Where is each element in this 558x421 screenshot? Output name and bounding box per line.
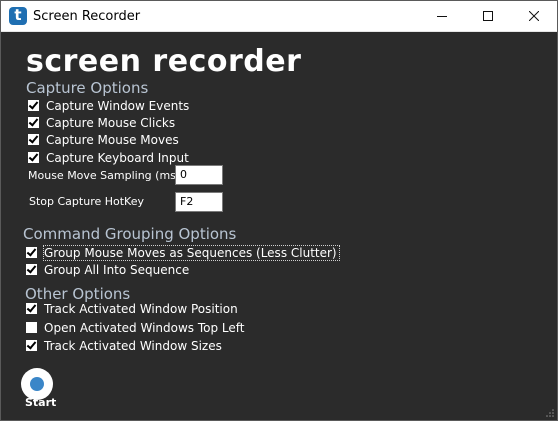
track-window-position-checkbox[interactable]: Track Activated Window Position <box>26 300 238 317</box>
stop-capture-hotkey-label: Stop Capture HotKey <box>29 195 144 208</box>
checkbox-box <box>26 247 37 258</box>
checkbox-box <box>28 152 39 163</box>
open-windows-top-left-checkbox[interactable]: Open Activated Windows Top Left <box>26 319 245 336</box>
checkbox-label: Open Activated Windows Top Left <box>44 320 245 335</box>
resize-grip-icon[interactable] <box>545 408 555 418</box>
record-icon <box>30 377 44 391</box>
app-heading: screen recorder <box>26 44 302 79</box>
checkbox-label: Group All Into Sequence <box>44 262 190 277</box>
mouse-move-sampling-label: Mouse Move Sampling (ms) <box>28 169 181 182</box>
checkbox-label: Track Activated Window Position <box>44 301 238 316</box>
stop-capture-hotkey-input[interactable]: F2 <box>175 192 223 212</box>
group-all-into-sequence-checkbox[interactable]: Group All Into Sequence <box>26 261 189 278</box>
close-icon <box>529 11 539 21</box>
checkbox-box <box>28 100 39 111</box>
track-window-sizes-checkbox[interactable]: Track Activated Window Sizes <box>26 337 222 354</box>
checkbox-label: Group Mouse Moves as Sequences (Less Clu… <box>43 244 340 261</box>
title-bar[interactable]: t Screen Recorder <box>1 1 557 32</box>
checkbox-label: Capture Keyboard Input <box>46 150 189 165</box>
checkbox-box <box>28 134 39 145</box>
app-window: t Screen Recorder screen recorder Captur… <box>0 0 558 421</box>
window-title: Screen Recorder <box>33 9 141 24</box>
capture-keyboard-input-checkbox[interactable]: Capture Keyboard Input <box>28 149 189 166</box>
grouping-options-header: Command Grouping Options <box>23 225 237 243</box>
checkbox-box <box>26 340 37 351</box>
checkbox-label: Capture Mouse Moves <box>46 132 179 147</box>
checkbox-box <box>28 117 39 128</box>
start-label: Start <box>25 396 57 409</box>
checkbox-label: Track Activated Window Sizes <box>44 338 222 353</box>
maximize-button[interactable] <box>465 1 511 31</box>
maximize-icon <box>483 11 493 21</box>
checkbox-box <box>26 303 37 314</box>
capture-window-events-checkbox[interactable]: Capture Window Events <box>28 97 189 114</box>
capture-options-header: Capture Options <box>26 79 149 97</box>
main-content: screen recorder Capture Options Capture … <box>1 32 557 420</box>
checkbox-label: Capture Window Events <box>46 98 190 113</box>
group-mouse-moves-checkbox[interactable]: Group Mouse Moves as Sequences (Less Clu… <box>26 244 340 261</box>
minimize-button[interactable] <box>419 1 465 31</box>
app-logo-icon: t <box>9 7 27 25</box>
close-button[interactable] <box>511 1 557 31</box>
capture-mouse-moves-checkbox[interactable]: Capture Mouse Moves <box>28 131 179 148</box>
checkbox-label: Capture Mouse Clicks <box>46 115 176 130</box>
mouse-move-sampling-input[interactable]: 0 <box>175 165 223 185</box>
minimize-icon <box>437 16 447 17</box>
checkbox-box <box>26 264 37 275</box>
capture-mouse-clicks-checkbox[interactable]: Capture Mouse Clicks <box>28 114 175 131</box>
checkbox-box <box>26 322 37 333</box>
